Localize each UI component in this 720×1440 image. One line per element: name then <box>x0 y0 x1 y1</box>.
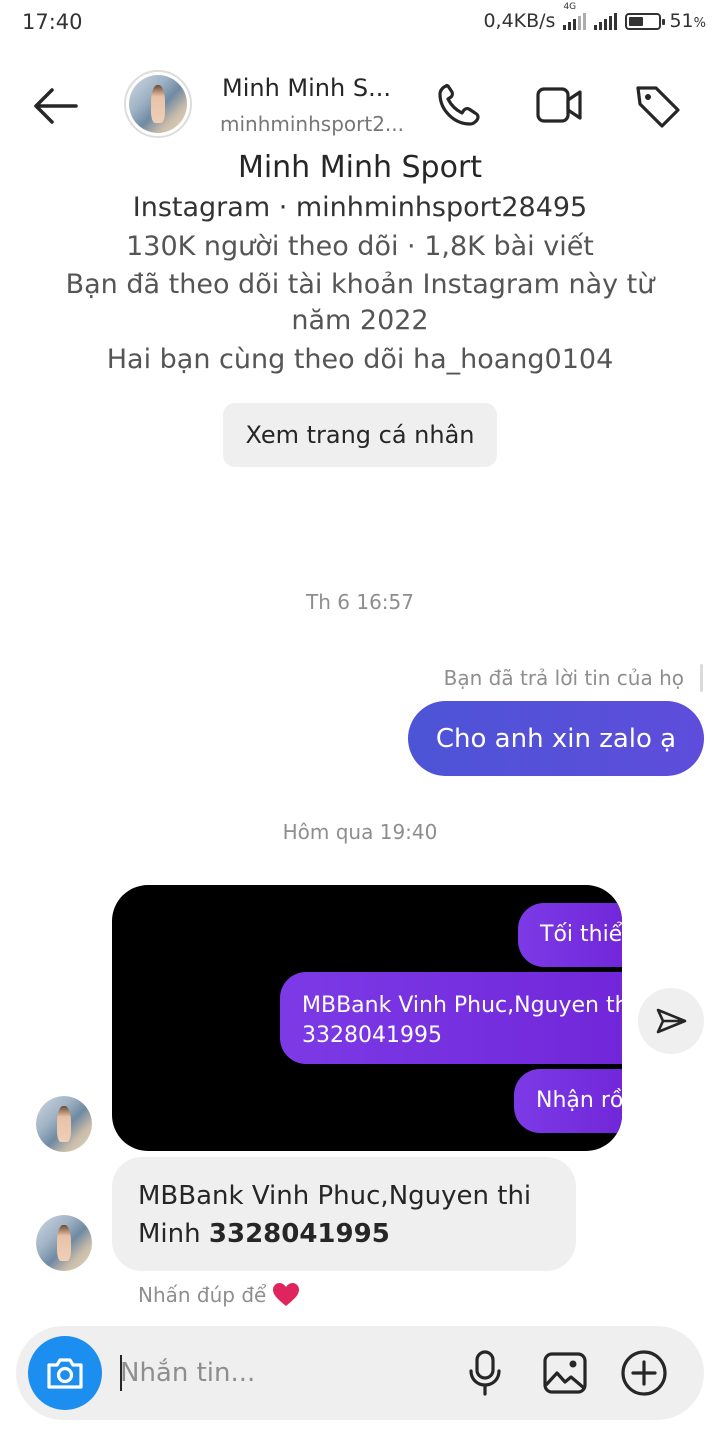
signal-4g-icon: 4G <box>563 2 587 30</box>
tag-icon <box>636 86 680 128</box>
signal-icon <box>594 12 618 30</box>
avatar[interactable] <box>124 70 192 138</box>
double-tap-hint: Nhấn đúp để <box>138 1282 300 1308</box>
profile-name: Minh Minh Sport <box>237 150 483 185</box>
phone-icon <box>438 83 480 126</box>
text-cursor <box>120 1355 122 1391</box>
share-button[interactable] <box>638 988 704 1054</box>
message-timestamp: Th 6 16:57 <box>306 590 414 614</box>
video-call-button[interactable] <box>534 80 586 130</box>
more-options-button[interactable] <box>619 1348 669 1398</box>
outgoing-message-bubble[interactable]: Cho anh xin zalo ạ <box>408 701 704 776</box>
network-speed: 0,4KB/s <box>483 10 556 32</box>
follow-since-line: Bạn đã theo dõi tài khoản Instagram này … <box>65 269 655 300</box>
camera-button[interactable] <box>28 1336 102 1410</box>
shared-image[interactable]: Tối thiểu MBBank Vinh Phuc,Nguyen thi 33… <box>112 885 622 1151</box>
battery-icon <box>625 12 666 30</box>
heart-icon <box>273 1283 300 1306</box>
add-icon <box>621 1350 667 1396</box>
account-number: 3328041995 <box>208 1219 390 1249</box>
microphone-icon <box>469 1350 501 1396</box>
incoming-message-bubble[interactable]: MBBank Vinh Phuc,Nguyen thi Minh 3328041… <box>112 1157 576 1271</box>
video-camera-icon <box>536 87 582 123</box>
send-icon <box>656 1008 687 1034</box>
profile-stats-line: 130K người theo dõi · 1,8K bài viết <box>126 231 594 262</box>
sender-avatar[interactable] <box>36 1215 92 1271</box>
status-time: 17:40 <box>22 10 83 34</box>
battery-percent: 51% <box>669 10 706 32</box>
mutual-follow-line: Hai bạn cùng theo dõi ha_hoang0104 <box>106 344 614 375</box>
gallery-icon <box>543 1352 587 1394</box>
status-indicators: 0,4KB/s 4G 51% <box>483 2 706 32</box>
voice-message-button[interactable] <box>460 1348 510 1398</box>
chat-username[interactable]: minhminhsport2... <box>220 112 404 136</box>
image-bubble: Nhận rồi <box>514 1069 622 1133</box>
follow-since-year: năm 2022 <box>291 305 429 336</box>
reply-divider <box>700 664 703 692</box>
view-profile-button[interactable]: Xem trang cá nhân <box>223 403 497 467</box>
chat-display-name[interactable]: Minh Minh S... <box>222 74 391 102</box>
message-timestamp: Hôm qua 19:40 <box>282 820 438 844</box>
sender-avatar[interactable] <box>36 1096 92 1152</box>
image-bubble: MBBank Vinh Phuc,Nguyen thi 3328041995 <box>280 972 622 1064</box>
message-input[interactable] <box>120 1350 450 1396</box>
profile-platform-line: Instagram · minhminhsport28495 <box>132 192 588 223</box>
back-arrow-icon <box>34 88 78 124</box>
gallery-button[interactable] <box>540 1348 590 1398</box>
voice-call-button[interactable] <box>434 80 486 130</box>
image-bubble: Tối thiểu <box>518 903 622 967</box>
camera-icon <box>47 1358 83 1389</box>
tag-button[interactable] <box>632 80 684 130</box>
back-button[interactable] <box>30 84 80 128</box>
reply-note: Bạn đã trả lời tin của họ <box>443 666 684 690</box>
